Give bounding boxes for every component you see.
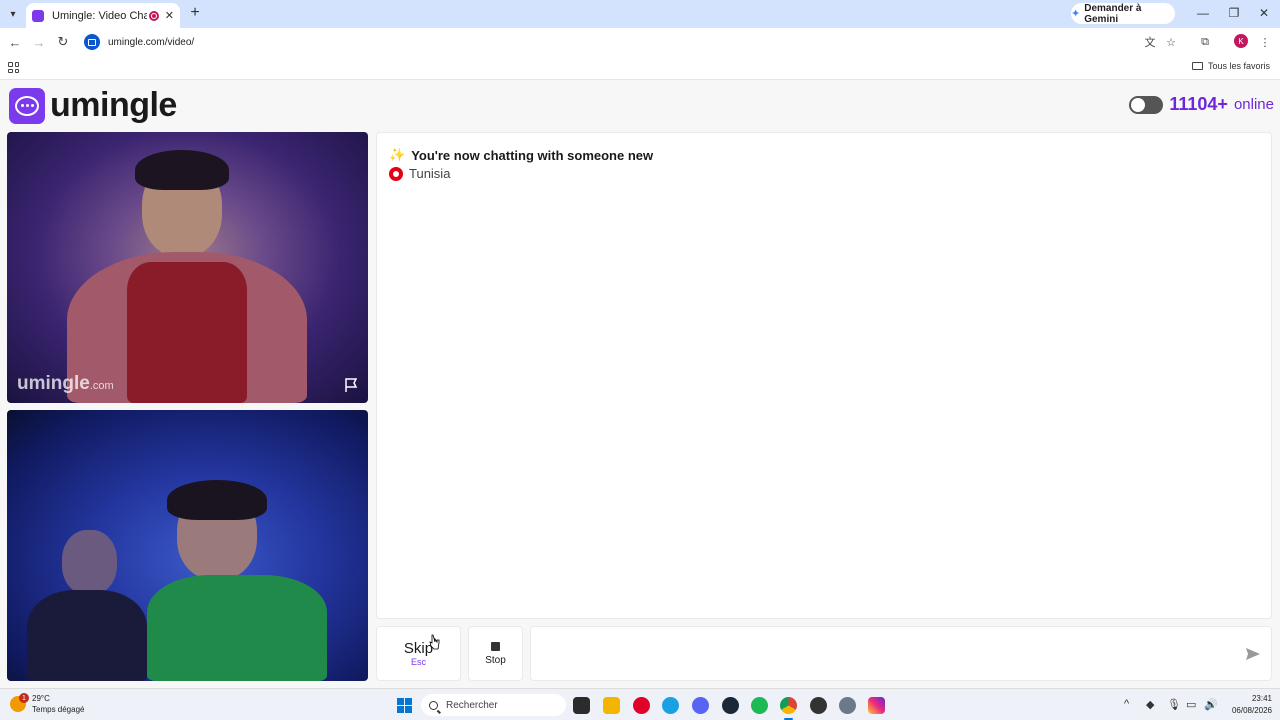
- close-window-button[interactable]: ✕: [1250, 4, 1278, 22]
- chat-country: Tunisia: [389, 166, 450, 181]
- back-button[interactable]: ←: [6, 33, 24, 51]
- tray-app-icon[interactable]: ◆: [1146, 698, 1154, 711]
- local-person-left-head: [62, 530, 117, 595]
- steam-icon[interactable]: [722, 697, 739, 714]
- apps-grid-icon[interactable]: [8, 62, 19, 73]
- skip-shortcut: Esc: [410, 657, 426, 667]
- minimize-button[interactable]: —: [1189, 4, 1217, 22]
- taskbar-search[interactable]: Rechercher: [421, 694, 566, 716]
- new-tab-button[interactable]: +: [186, 4, 204, 22]
- app-icon[interactable]: [810, 697, 827, 714]
- address-bar[interactable]: umingle.com/video/: [80, 31, 1192, 53]
- reload-button[interactable]: ↻: [54, 33, 72, 51]
- settings-gear-icon[interactable]: [839, 697, 856, 714]
- page: umingle 11104+ online umingle.com ✨ You'…: [0, 80, 1280, 688]
- search-icon: [429, 700, 438, 710]
- browser-tab[interactable]: Umingle: Video Chat with S ✕: [26, 3, 180, 28]
- chrome-icon[interactable]: [780, 697, 797, 720]
- send-icon[interactable]: [1245, 646, 1261, 662]
- site-info-icon[interactable]: [84, 34, 100, 50]
- chat-status-message: ✨ You're now chatting with someone new: [389, 147, 653, 163]
- weather-widget[interactable]: 1 29°C Temps dégagé: [10, 693, 84, 715]
- skip-button[interactable]: Skip Esc: [376, 626, 461, 681]
- local-video: [7, 410, 368, 681]
- bookmark-star-icon[interactable]: ☆: [1163, 34, 1179, 50]
- microphone-icon[interactable]: 🎙: [1167, 698, 1181, 711]
- taskbar-search-label: Rechercher: [446, 699, 498, 711]
- recording-icon: [148, 10, 159, 21]
- sparkles-icon: ✨: [389, 147, 406, 162]
- file-explorer-icon[interactable]: [603, 697, 620, 714]
- chat-bubble-logo-icon: [9, 87, 45, 124]
- edge-icon[interactable]: [662, 697, 679, 714]
- gemini-spark-icon: ✦: [1071, 8, 1081, 20]
- chat-status-text: You're now chatting with someone new: [411, 147, 654, 163]
- volume-icon[interactable]: 🔊: [1204, 698, 1218, 711]
- message-input[interactable]: [539, 635, 1229, 673]
- umingle-favicon-icon: [32, 9, 44, 22]
- all-bookmarks-button[interactable]: Tous les favoris: [1191, 61, 1270, 71]
- tab-search-icon[interactable]: ▾: [4, 5, 22, 23]
- restore-button[interactable]: ❐: [1220, 4, 1248, 22]
- weather-sun-icon: 1: [10, 693, 29, 712]
- folder-icon: [1191, 62, 1203, 70]
- clock-time: 23:41: [1251, 694, 1272, 703]
- network-icon[interactable]: ▭: [1186, 698, 1196, 711]
- tray-chevron-up-icon[interactable]: ^: [1124, 698, 1129, 710]
- stop-button[interactable]: Stop: [468, 626, 523, 681]
- country-name: Tunisia: [409, 166, 451, 181]
- profile-avatar[interactable]: K: [1234, 34, 1248, 48]
- online-label: online: [1233, 96, 1274, 113]
- close-tab-icon[interactable]: ✕: [165, 9, 174, 22]
- gemini-label: Demander à Gemini: [1084, 2, 1142, 25]
- chat-panel: ✨ You're now chatting with someone new T…: [376, 132, 1272, 619]
- windows-start-icon[interactable]: [397, 698, 412, 713]
- stop-icon: [491, 641, 500, 651]
- windows-taskbar: 1 29°C Temps dégagé Rechercher ^ ◆ 🎙 ▭ 🔊…: [0, 688, 1280, 720]
- temperature: 29°C: [32, 694, 50, 703]
- browser-tab-bar: ▾ Umingle: Video Chat with S ✕ + ✦ Deman…: [0, 0, 1280, 28]
- menu-kebab-icon[interactable]: ⋮: [1257, 34, 1273, 50]
- tab-title: Umingle: Video Chat with S: [52, 9, 147, 22]
- spotify-icon[interactable]: [751, 697, 768, 714]
- weather-condition: Temps dégagé: [32, 705, 85, 714]
- umingle-logo[interactable]: umingle: [9, 86, 177, 125]
- weather-alert-badge: 1: [19, 693, 29, 703]
- message-box: [530, 626, 1272, 681]
- url-text: umingle.com/video/: [108, 36, 195, 48]
- clock-date: 06/08/2026: [1231, 706, 1272, 715]
- online-indicator: 11104+ online: [1129, 94, 1274, 115]
- forward-button[interactable]: →: [30, 33, 48, 51]
- local-person-right-shirt: [147, 575, 327, 681]
- umingle-watermark: umingle.com: [17, 373, 114, 394]
- remote-person-hair: [135, 150, 229, 190]
- report-flag-icon[interactable]: [343, 377, 359, 393]
- remote-person-shirt: [127, 262, 247, 403]
- logo-text: umingle: [50, 86, 177, 124]
- opera-icon[interactable]: [633, 697, 650, 714]
- browser-toolbar: ← → ↻ umingle.com/video/ 文 ☆ ⧉ K ⋮: [0, 28, 1280, 56]
- all-bookmarks-label: Tous les favoris: [1207, 61, 1270, 71]
- local-person-headphones: [167, 480, 267, 520]
- remote-video: umingle.com: [7, 132, 368, 403]
- task-view-icon[interactable]: [573, 697, 590, 714]
- stop-label: Stop: [485, 654, 506, 666]
- extensions-icon[interactable]: ⧉: [1197, 34, 1213, 50]
- online-count: 11104+: [1169, 94, 1228, 114]
- theme-toggle[interactable]: [1129, 95, 1164, 114]
- tunisia-flag-icon: [389, 166, 403, 181]
- discord-icon[interactable]: [692, 697, 709, 714]
- bookmarks-bar: Tous les favoris: [0, 56, 1280, 80]
- instagram-icon[interactable]: [868, 697, 885, 714]
- local-person-left-body: [27, 590, 147, 681]
- system-clock[interactable]: 23:41 06/08/2026: [1232, 693, 1272, 717]
- hand-cursor-icon: [429, 634, 440, 650]
- gemini-button[interactable]: ✦ Demander à Gemini: [1071, 2, 1175, 25]
- translate-icon[interactable]: 文: [1142, 34, 1158, 50]
